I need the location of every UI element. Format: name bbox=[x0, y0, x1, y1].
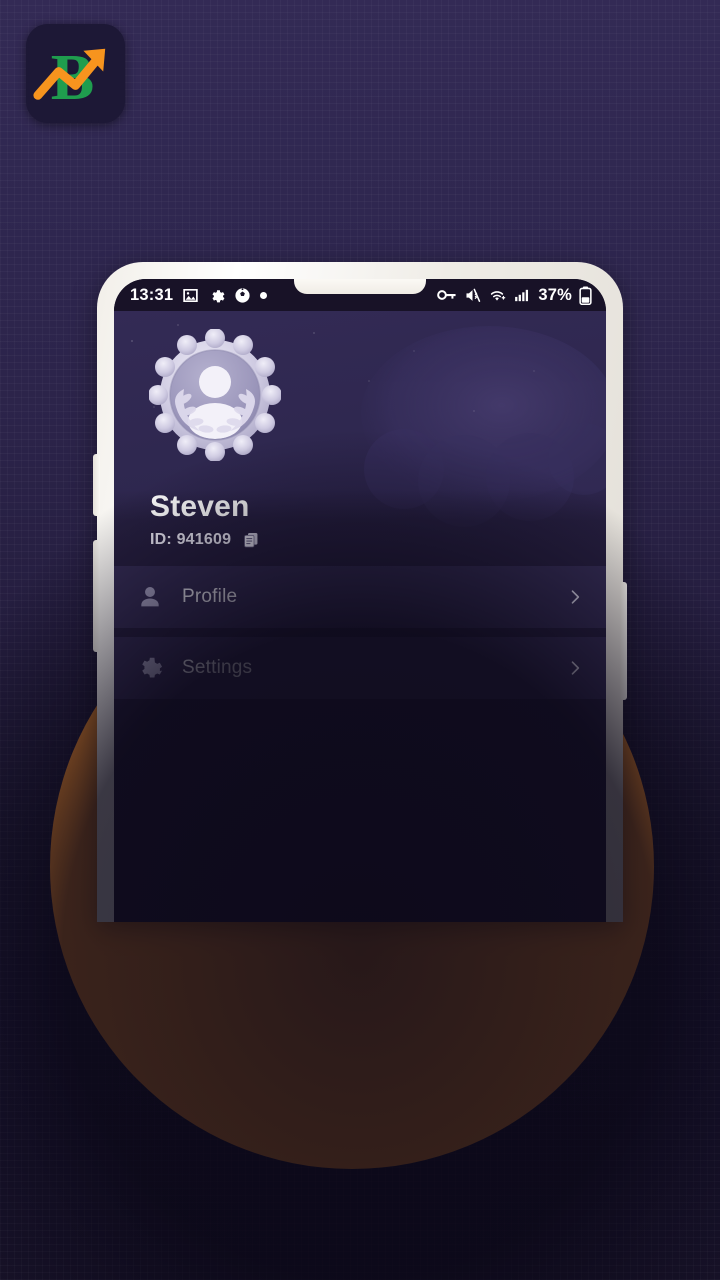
avatar[interactable] bbox=[149, 329, 281, 461]
phone-power-button[interactable] bbox=[620, 582, 627, 700]
status-bar-right: 37% bbox=[437, 286, 592, 305]
menu-item-label: Settings bbox=[182, 657, 253, 678]
phone-notch bbox=[294, 279, 426, 294]
gear-icon bbox=[212, 289, 225, 302]
app-logo-tile: B bbox=[26, 24, 125, 123]
dot-icon bbox=[260, 291, 268, 299]
soccer-ball-icon bbox=[235, 287, 250, 303]
volume-mute-icon bbox=[466, 288, 481, 302]
phone-screen: 13:31 37% Steven ID: 941609 Profile Sett… bbox=[114, 279, 606, 922]
status-bar-left: 13:31 bbox=[130, 285, 268, 305]
app-splash-screen: B 13:31 37% Steven ID: 941609 Profile Se… bbox=[0, 0, 720, 1280]
image-icon bbox=[183, 288, 198, 302]
profile-hero-header: Steven ID: 941609 bbox=[114, 311, 606, 566]
cellular-signal-icon bbox=[515, 289, 529, 301]
vpn-key-icon bbox=[437, 290, 456, 300]
menu-item-settings[interactable]: Settings bbox=[114, 637, 606, 699]
copy-icon[interactable] bbox=[241, 530, 261, 550]
page-title: Steven bbox=[150, 490, 250, 523]
status-bar-clock: 13:31 bbox=[130, 285, 174, 304]
person-icon bbox=[136, 583, 164, 611]
battery-percent-label: 37% bbox=[538, 285, 572, 304]
chevron-right-icon bbox=[564, 657, 586, 679]
wifi-icon bbox=[491, 290, 506, 301]
menu-item-label: Profile bbox=[182, 586, 238, 607]
profile-menu-list: Profile Settings bbox=[114, 566, 606, 922]
b-arrow-growth-logo-icon: B bbox=[26, 24, 125, 123]
menu-item-profile[interactable]: Profile bbox=[114, 566, 606, 628]
laurel-badge-avatar-icon bbox=[149, 329, 281, 461]
phone-volume-down-button[interactable] bbox=[93, 540, 100, 652]
gear-icon bbox=[136, 654, 164, 682]
identity-block: Steven ID: 941609 bbox=[114, 490, 606, 566]
user-id-row: ID: 941609 bbox=[150, 530, 606, 550]
phone-mockup: 13:31 37% Steven ID: 941609 Profile Sett… bbox=[93, 262, 627, 922]
user-id-label: ID: 941609 bbox=[150, 531, 232, 548]
battery-icon bbox=[579, 286, 592, 305]
menu-empty-area bbox=[114, 699, 606, 922]
chevron-right-icon bbox=[564, 586, 586, 608]
phone-volume-up-button[interactable] bbox=[93, 454, 100, 516]
